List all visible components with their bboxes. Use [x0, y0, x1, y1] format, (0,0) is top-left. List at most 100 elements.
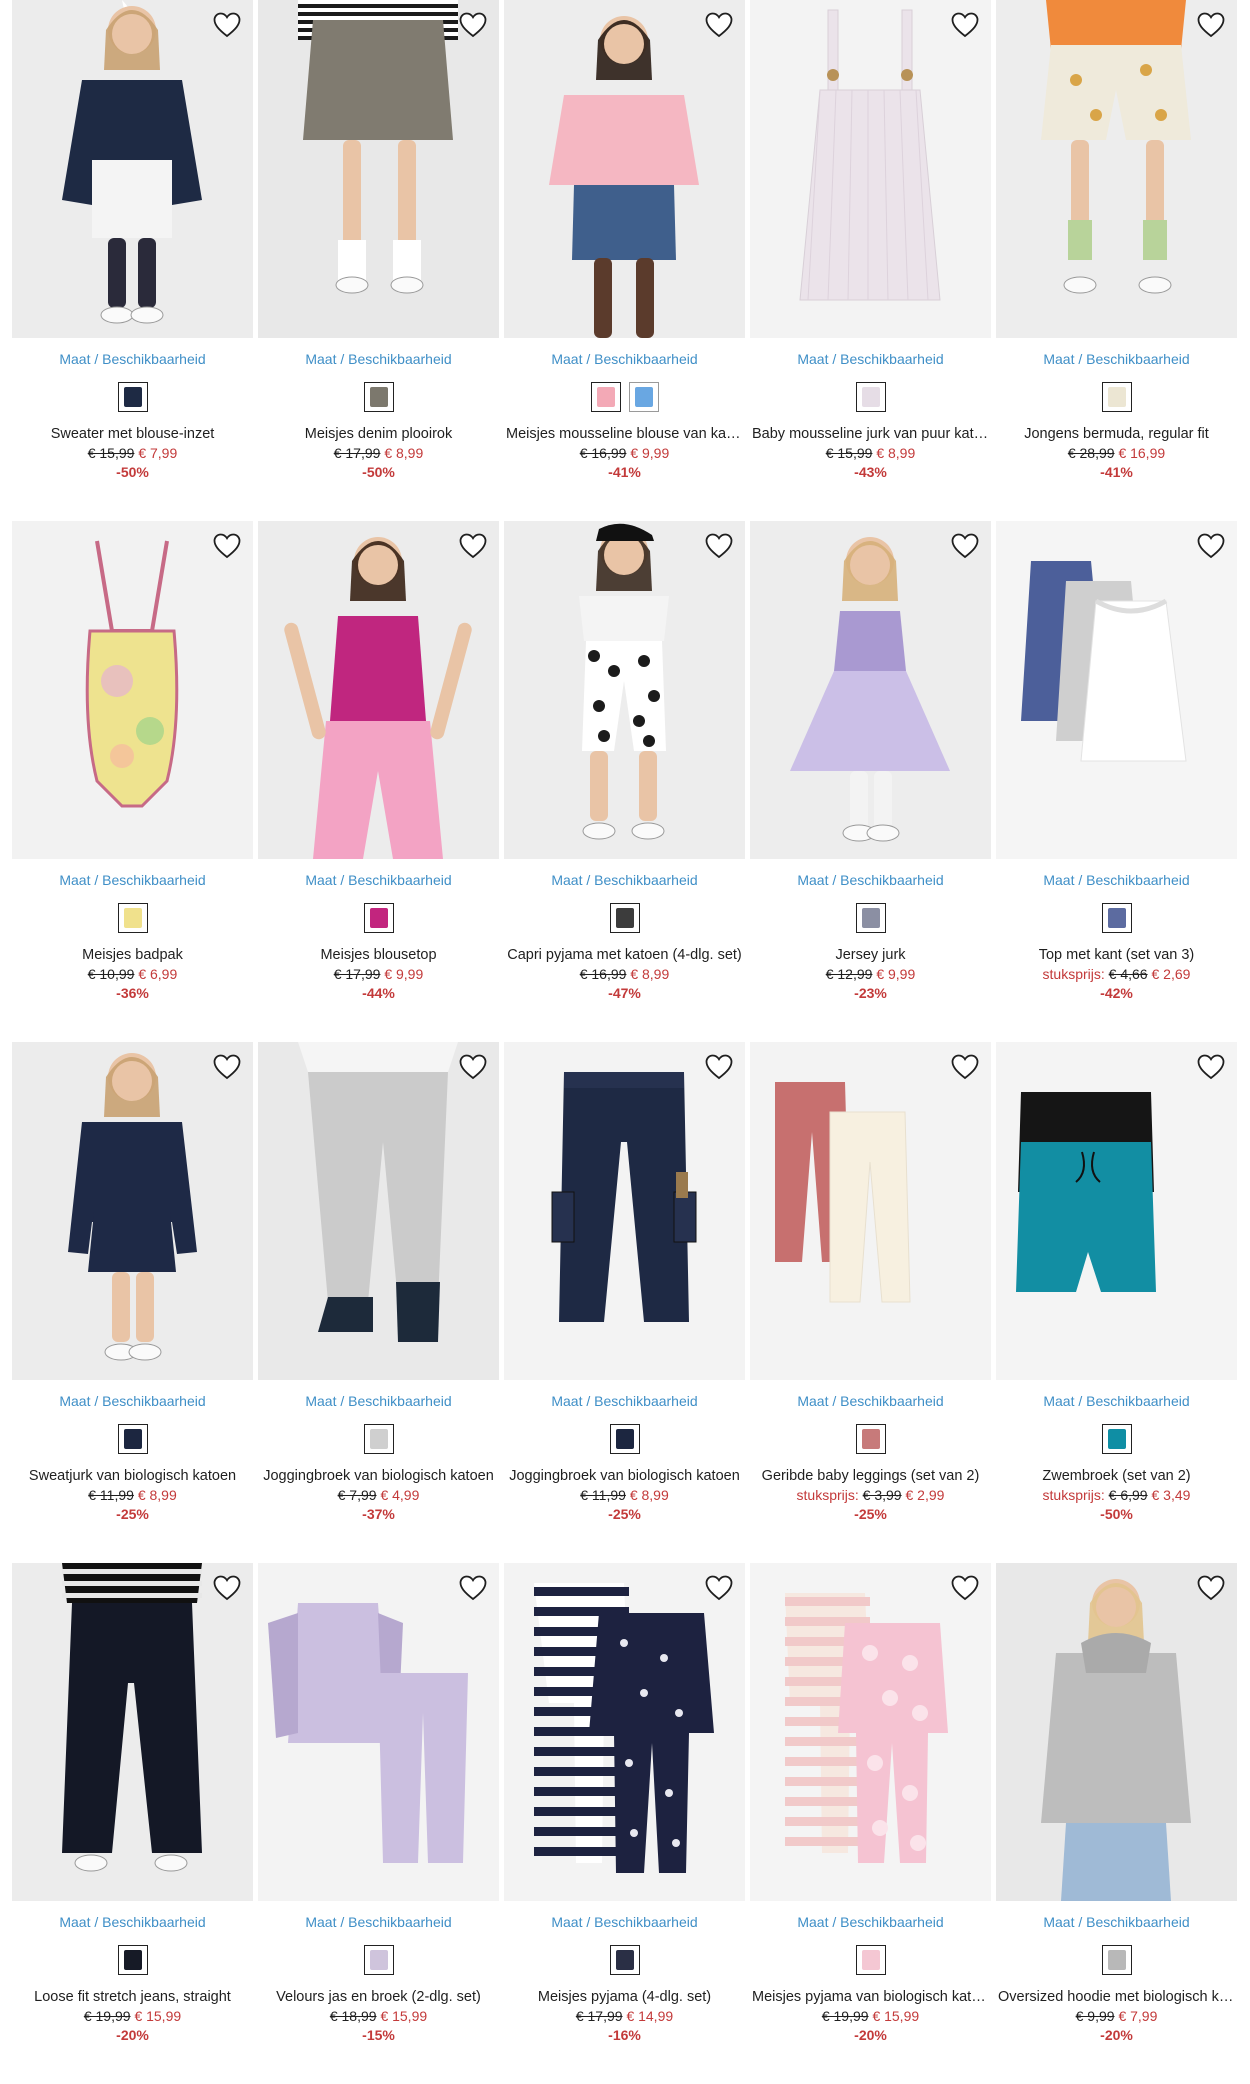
color-swatch[interactable]: [609, 903, 640, 933]
product-title[interactable]: Meisjes mousseline blouse van katoen: [504, 425, 745, 444]
size-availability-link[interactable]: Maat / Beschikbaarheid: [12, 350, 253, 368]
product-image[interactable]: [750, 1042, 991, 1380]
product-image[interactable]: [12, 521, 253, 859]
color-swatch[interactable]: [117, 1945, 148, 1975]
product-image[interactable]: [750, 1563, 991, 1901]
wishlist-heart-icon[interactable]: [1195, 531, 1227, 561]
product-title[interactable]: Velours jas en broek (2-dlg. set): [258, 1988, 499, 2007]
wishlist-heart-icon[interactable]: [703, 531, 735, 561]
product-image[interactable]: [996, 521, 1237, 859]
product-card[interactable]: Maat / Beschikbaarheid Meisjes pyjama (4…: [504, 1563, 745, 2084]
wishlist-heart-icon[interactable]: [211, 10, 243, 40]
product-image[interactable]: [12, 0, 253, 338]
size-availability-link[interactable]: Maat / Beschikbaarheid: [504, 871, 745, 889]
size-availability-link[interactable]: Maat / Beschikbaarheid: [258, 1392, 499, 1410]
product-card[interactable]: Maat / Beschikbaarheid Joggingbroek van …: [258, 1042, 499, 1563]
product-card[interactable]: Maat / Beschikbaarheid Zwembroek (set va…: [996, 1042, 1237, 1563]
color-swatch[interactable]: [855, 382, 886, 412]
product-image[interactable]: [258, 0, 499, 338]
wishlist-heart-icon[interactable]: [703, 1573, 735, 1603]
product-image[interactable]: [996, 0, 1237, 338]
product-image[interactable]: [504, 521, 745, 859]
wishlist-heart-icon[interactable]: [949, 10, 981, 40]
product-title[interactable]: Baby mousseline jurk van puur katoen: [750, 425, 991, 444]
product-card[interactable]: Maat / Beschikbaarheid Loose fit stretch…: [12, 1563, 253, 2084]
wishlist-heart-icon[interactable]: [1195, 1052, 1227, 1082]
color-swatch[interactable]: [117, 903, 148, 933]
color-swatch[interactable]: [363, 382, 394, 412]
product-card[interactable]: Maat / Beschikbaarheid Meisjes pyjama va…: [750, 1563, 991, 2084]
product-card[interactable]: Maat / Beschikbaarheid Baby mousseline j…: [750, 0, 991, 521]
wishlist-heart-icon[interactable]: [1195, 10, 1227, 40]
product-card[interactable]: Maat / Beschikbaarheid Joggingbroek van …: [504, 1042, 745, 1563]
wishlist-heart-icon[interactable]: [703, 1052, 735, 1082]
product-title[interactable]: Meisjes pyjama van biologisch katoen: [750, 1988, 991, 2007]
product-title[interactable]: Loose fit stretch jeans, straight: [12, 1988, 253, 2007]
product-image[interactable]: [504, 0, 745, 338]
size-availability-link[interactable]: Maat / Beschikbaarheid: [750, 871, 991, 889]
wishlist-heart-icon[interactable]: [949, 1573, 981, 1603]
color-swatch[interactable]: [363, 1945, 394, 1975]
size-availability-link[interactable]: Maat / Beschikbaarheid: [258, 871, 499, 889]
size-availability-link[interactable]: Maat / Beschikbaarheid: [996, 1392, 1237, 1410]
color-swatch[interactable]: [628, 382, 659, 412]
color-swatch[interactable]: [1101, 1945, 1132, 1975]
color-swatch[interactable]: [117, 382, 148, 412]
product-title[interactable]: Joggingbroek van biologisch katoen: [258, 1467, 499, 1486]
color-swatch[interactable]: [855, 903, 886, 933]
product-card[interactable]: Maat / Beschikbaarheid Meisjes blousetop…: [258, 521, 499, 1042]
color-swatch[interactable]: [1101, 382, 1132, 412]
product-image[interactable]: [750, 0, 991, 338]
product-title[interactable]: Geribde baby leggings (set van 2): [750, 1467, 991, 1486]
product-title[interactable]: Jongens bermuda, regular fit: [996, 425, 1237, 444]
size-availability-link[interactable]: Maat / Beschikbaarheid: [504, 350, 745, 368]
color-swatch[interactable]: [609, 1424, 640, 1454]
product-title[interactable]: Sweatjurk van biologisch katoen: [12, 1467, 253, 1486]
product-title[interactable]: Jersey jurk: [750, 946, 991, 965]
size-availability-link[interactable]: Maat / Beschikbaarheid: [996, 350, 1237, 368]
color-swatch[interactable]: [363, 903, 394, 933]
wishlist-heart-icon[interactable]: [211, 1573, 243, 1603]
product-card[interactable]: Maat / Beschikbaarheid Velours jas en br…: [258, 1563, 499, 2084]
size-availability-link[interactable]: Maat / Beschikbaarheid: [996, 1913, 1237, 1931]
color-swatch[interactable]: [590, 382, 621, 412]
wishlist-heart-icon[interactable]: [1195, 1573, 1227, 1603]
product-title[interactable]: Zwembroek (set van 2): [996, 1467, 1237, 1486]
product-card[interactable]: Maat / Beschikbaarheid Sweatjurk van bio…: [12, 1042, 253, 1563]
size-availability-link[interactable]: Maat / Beschikbaarheid: [504, 1392, 745, 1410]
product-card[interactable]: Maat / Beschikbaarheid Jersey jurk € 12,…: [750, 521, 991, 1042]
wishlist-heart-icon[interactable]: [457, 1573, 489, 1603]
product-image[interactable]: [258, 1042, 499, 1380]
wishlist-heart-icon[interactable]: [211, 1052, 243, 1082]
size-availability-link[interactable]: Maat / Beschikbaarheid: [258, 1913, 499, 1931]
product-card[interactable]: Maat / Beschikbaarheid Sweater met blous…: [12, 0, 253, 521]
size-availability-link[interactable]: Maat / Beschikbaarheid: [996, 871, 1237, 889]
product-title[interactable]: Joggingbroek van biologisch katoen: [504, 1467, 745, 1486]
wishlist-heart-icon[interactable]: [457, 531, 489, 561]
product-card[interactable]: Maat / Beschikbaarheid Meisjes denim plo…: [258, 0, 499, 521]
product-title[interactable]: Top met kant (set van 3): [996, 946, 1237, 965]
size-availability-link[interactable]: Maat / Beschikbaarheid: [258, 350, 499, 368]
product-title[interactable]: Meisjes denim plooirok: [258, 425, 499, 444]
product-title[interactable]: Sweater met blouse-inzet: [12, 425, 253, 444]
product-image[interactable]: [258, 1563, 499, 1901]
product-card[interactable]: Maat / Beschikbaarheid Meisjes mousselin…: [504, 0, 745, 521]
wishlist-heart-icon[interactable]: [949, 531, 981, 561]
color-swatch[interactable]: [855, 1945, 886, 1975]
color-swatch[interactable]: [855, 1424, 886, 1454]
wishlist-heart-icon[interactable]: [949, 1052, 981, 1082]
product-image[interactable]: [750, 521, 991, 859]
size-availability-link[interactable]: Maat / Beschikbaarheid: [12, 871, 253, 889]
color-swatch[interactable]: [1101, 903, 1132, 933]
product-card[interactable]: Maat / Beschikbaarheid Jongens bermuda, …: [996, 0, 1237, 521]
product-card[interactable]: Maat / Beschikbaarheid Oversized hoodie …: [996, 1563, 1237, 2084]
product-title[interactable]: Capri pyjama met katoen (4-dlg. set): [504, 946, 745, 965]
product-image[interactable]: [996, 1563, 1237, 1901]
product-image[interactable]: [504, 1042, 745, 1380]
product-card[interactable]: Maat / Beschikbaarheid Top met kant (set…: [996, 521, 1237, 1042]
size-availability-link[interactable]: Maat / Beschikbaarheid: [750, 1913, 991, 1931]
wishlist-heart-icon[interactable]: [457, 1052, 489, 1082]
color-swatch[interactable]: [117, 1424, 148, 1454]
product-title[interactable]: Meisjes badpak: [12, 946, 253, 965]
product-title[interactable]: Meisjes pyjama (4-dlg. set): [504, 1988, 745, 2007]
